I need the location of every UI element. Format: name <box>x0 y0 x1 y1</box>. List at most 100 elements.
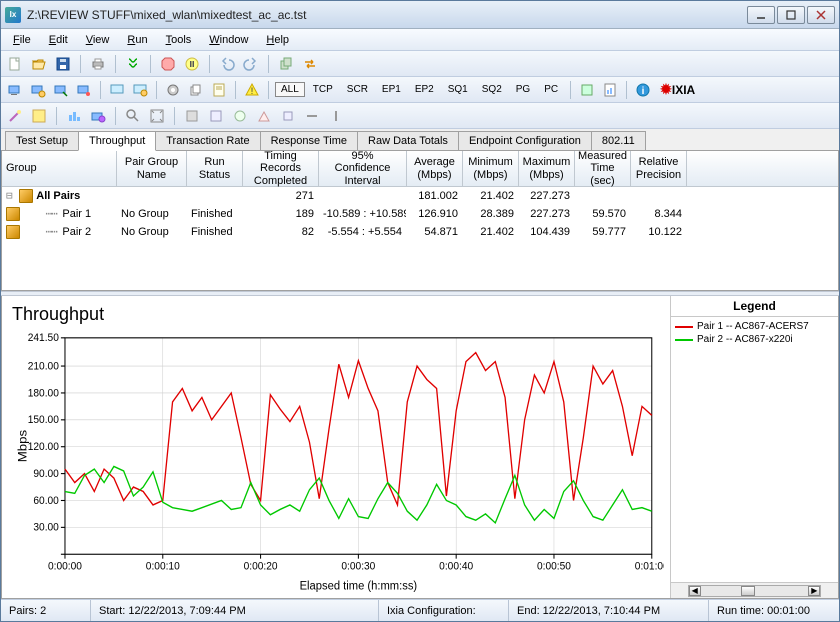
fit-icon[interactable] <box>147 106 167 126</box>
undo-icon[interactable] <box>217 54 237 74</box>
chart-panel: Throughput 30.0060.0090.00120.00150.0018… <box>1 296 839 599</box>
tabstrip: Test SetupThroughputTransaction RateResp… <box>1 129 839 151</box>
tab-response-time[interactable]: Response Time <box>260 131 358 150</box>
svg-text:120.00: 120.00 <box>28 441 59 453</box>
zoom-icon[interactable] <box>123 106 143 126</box>
toolbar-main <box>1 51 839 77</box>
tool-d-icon[interactable] <box>254 106 274 126</box>
col-header[interactable]: Maximum (Mbps) <box>519 151 575 186</box>
filter-scr[interactable]: SCR <box>341 82 374 97</box>
maximize-button[interactable] <box>777 6 805 24</box>
table-row[interactable]: ⋯⋯ Pair 1No GroupFinished189-10.589 : +1… <box>2 205 838 223</box>
open-icon[interactable] <box>29 54 49 74</box>
svg-text:150.00: 150.00 <box>28 414 59 426</box>
menu-help[interactable]: Help <box>258 32 297 48</box>
export-icon[interactable] <box>577 80 597 100</box>
tool-g-icon[interactable] <box>326 106 346 126</box>
tab-raw-data-totals[interactable]: Raw Data Totals <box>357 131 459 150</box>
tab-test-setup[interactable]: Test Setup <box>5 131 79 150</box>
menu-tools[interactable]: Tools <box>158 32 200 48</box>
chart-title: Throughput <box>12 304 664 325</box>
gear-icon[interactable] <box>163 80 183 100</box>
status-end: End: 12/22/2013, 7:10:44 PM <box>509 600 709 621</box>
tab-endpoint-configuration[interactable]: Endpoint Configuration <box>458 131 592 150</box>
col-header[interactable]: Timing Records Completed <box>243 151 319 186</box>
status-ixia-config: Ixia Configuration: <box>379 600 509 621</box>
svg-text:241.50: 241.50 <box>28 332 59 344</box>
svg-text:Elapsed time (h:mm:ss): Elapsed time (h:mm:ss) <box>300 579 418 593</box>
copy-icon[interactable] <box>186 80 206 100</box>
app-window: Ix Z:\REVIEW STUFF\mixed_wlan\mixedtest_… <box>0 0 840 622</box>
print-icon[interactable] <box>88 54 108 74</box>
window-title: Z:\REVIEW STUFF\mixed_wlan\mixedtest_ac_… <box>27 8 747 22</box>
pause-icon[interactable] <box>182 54 202 74</box>
endpoint3-icon[interactable] <box>51 80 71 100</box>
tool-a-icon[interactable] <box>182 106 202 126</box>
menu-run[interactable]: Run <box>119 32 155 48</box>
endpoint2-icon[interactable] <box>28 80 48 100</box>
wand-icon[interactable] <box>5 106 25 126</box>
legend-item[interactable]: Pair 1 -- AC867-ACERS7 <box>675 321 834 332</box>
endpoint4-icon[interactable] <box>74 80 94 100</box>
tool-c-icon[interactable] <box>230 106 250 126</box>
filter-pg[interactable]: PG <box>510 82 536 97</box>
run-icon[interactable] <box>123 54 143 74</box>
info-icon[interactable]: i <box>633 80 653 100</box>
filter-pc[interactable]: PC <box>538 82 564 97</box>
toolbar-filters: ! ALLTCPSCREP1EP2SQ1SQ2PGPC i ✹IXIA <box>1 77 839 103</box>
endpoint1-icon[interactable] <box>5 80 25 100</box>
minimize-button[interactable] <box>747 6 775 24</box>
filter-all[interactable]: ALL <box>275 82 305 97</box>
tab-transaction-rate[interactable]: Transaction Rate <box>155 131 260 150</box>
svg-text:0:00:00: 0:00:00 <box>48 560 82 572</box>
toolbar-chart <box>1 103 839 129</box>
chart-opt1-icon[interactable] <box>64 106 84 126</box>
col-header[interactable]: Group <box>2 151 117 186</box>
redo-icon[interactable] <box>241 54 261 74</box>
col-header[interactable]: Pair Group Name <box>117 151 187 186</box>
titlebar: Ix Z:\REVIEW STUFF\mixed_wlan\mixedtest_… <box>1 1 839 29</box>
tool-e-icon[interactable] <box>278 106 298 126</box>
col-header[interactable]: Measured Time (sec) <box>575 151 631 186</box>
menubar: FileEditViewRunToolsWindowHelp <box>1 29 839 51</box>
monitor-icon[interactable] <box>107 80 127 100</box>
status-start: Start: 12/22/2013, 7:09:44 PM <box>91 600 379 621</box>
col-header[interactable]: Average (Mbps) <box>407 151 463 186</box>
close-button[interactable] <box>807 6 835 24</box>
report-icon[interactable] <box>600 80 620 100</box>
col-header[interactable]: Minimum (Mbps) <box>463 151 519 186</box>
legend-item[interactable]: Pair 2 -- AC867-x220i <box>675 334 834 345</box>
tab-throughput[interactable]: Throughput <box>78 131 156 151</box>
filter-ep2[interactable]: EP2 <box>409 82 440 97</box>
filter-sq2[interactable]: SQ2 <box>476 82 508 97</box>
col-header[interactable]: 95% Confidence Interval <box>319 151 407 186</box>
script-icon[interactable] <box>209 80 229 100</box>
chart-opt2-icon[interactable] <box>88 106 108 126</box>
tool-f-icon[interactable] <box>302 106 322 126</box>
table-row[interactable]: ⋯⋯ Pair 2No GroupFinished82-5.554 : +5.5… <box>2 223 838 241</box>
filter-sq1[interactable]: SQ1 <box>442 82 474 97</box>
menu-file[interactable]: File <box>5 32 39 48</box>
legend-scrollbar[interactable]: ◀▶ <box>671 582 838 598</box>
col-header[interactable]: Relative Precision <box>631 151 687 186</box>
menu-view[interactable]: View <box>78 32 118 48</box>
tool-b-icon[interactable] <box>206 106 226 126</box>
menu-window[interactable]: Window <box>201 32 256 48</box>
save-icon[interactable] <box>53 54 73 74</box>
monitor2-icon[interactable] <box>130 80 150 100</box>
legend-title: Legend <box>671 296 838 317</box>
throughput-chart[interactable]: 30.0060.0090.00120.00150.00180.00210.002… <box>12 329 664 594</box>
swap-icon[interactable] <box>300 54 320 74</box>
config-icon[interactable] <box>29 106 49 126</box>
filter-tcp[interactable]: TCP <box>307 82 339 97</box>
clone-icon[interactable] <box>276 54 296 74</box>
col-header[interactable]: Run Status <box>187 151 243 186</box>
menu-edit[interactable]: Edit <box>41 32 76 48</box>
tab-802.11[interactable]: 802.11 <box>591 131 646 150</box>
table-row[interactable]: ⊟ All Pairs271181.00221.402227.273 <box>2 187 838 205</box>
new-icon[interactable] <box>5 54 25 74</box>
filter-ep1[interactable]: EP1 <box>376 82 407 97</box>
stop-icon[interactable] <box>158 54 178 74</box>
warning-icon[interactable]: ! <box>242 80 262 100</box>
svg-text:0:00:10: 0:00:10 <box>146 560 180 572</box>
